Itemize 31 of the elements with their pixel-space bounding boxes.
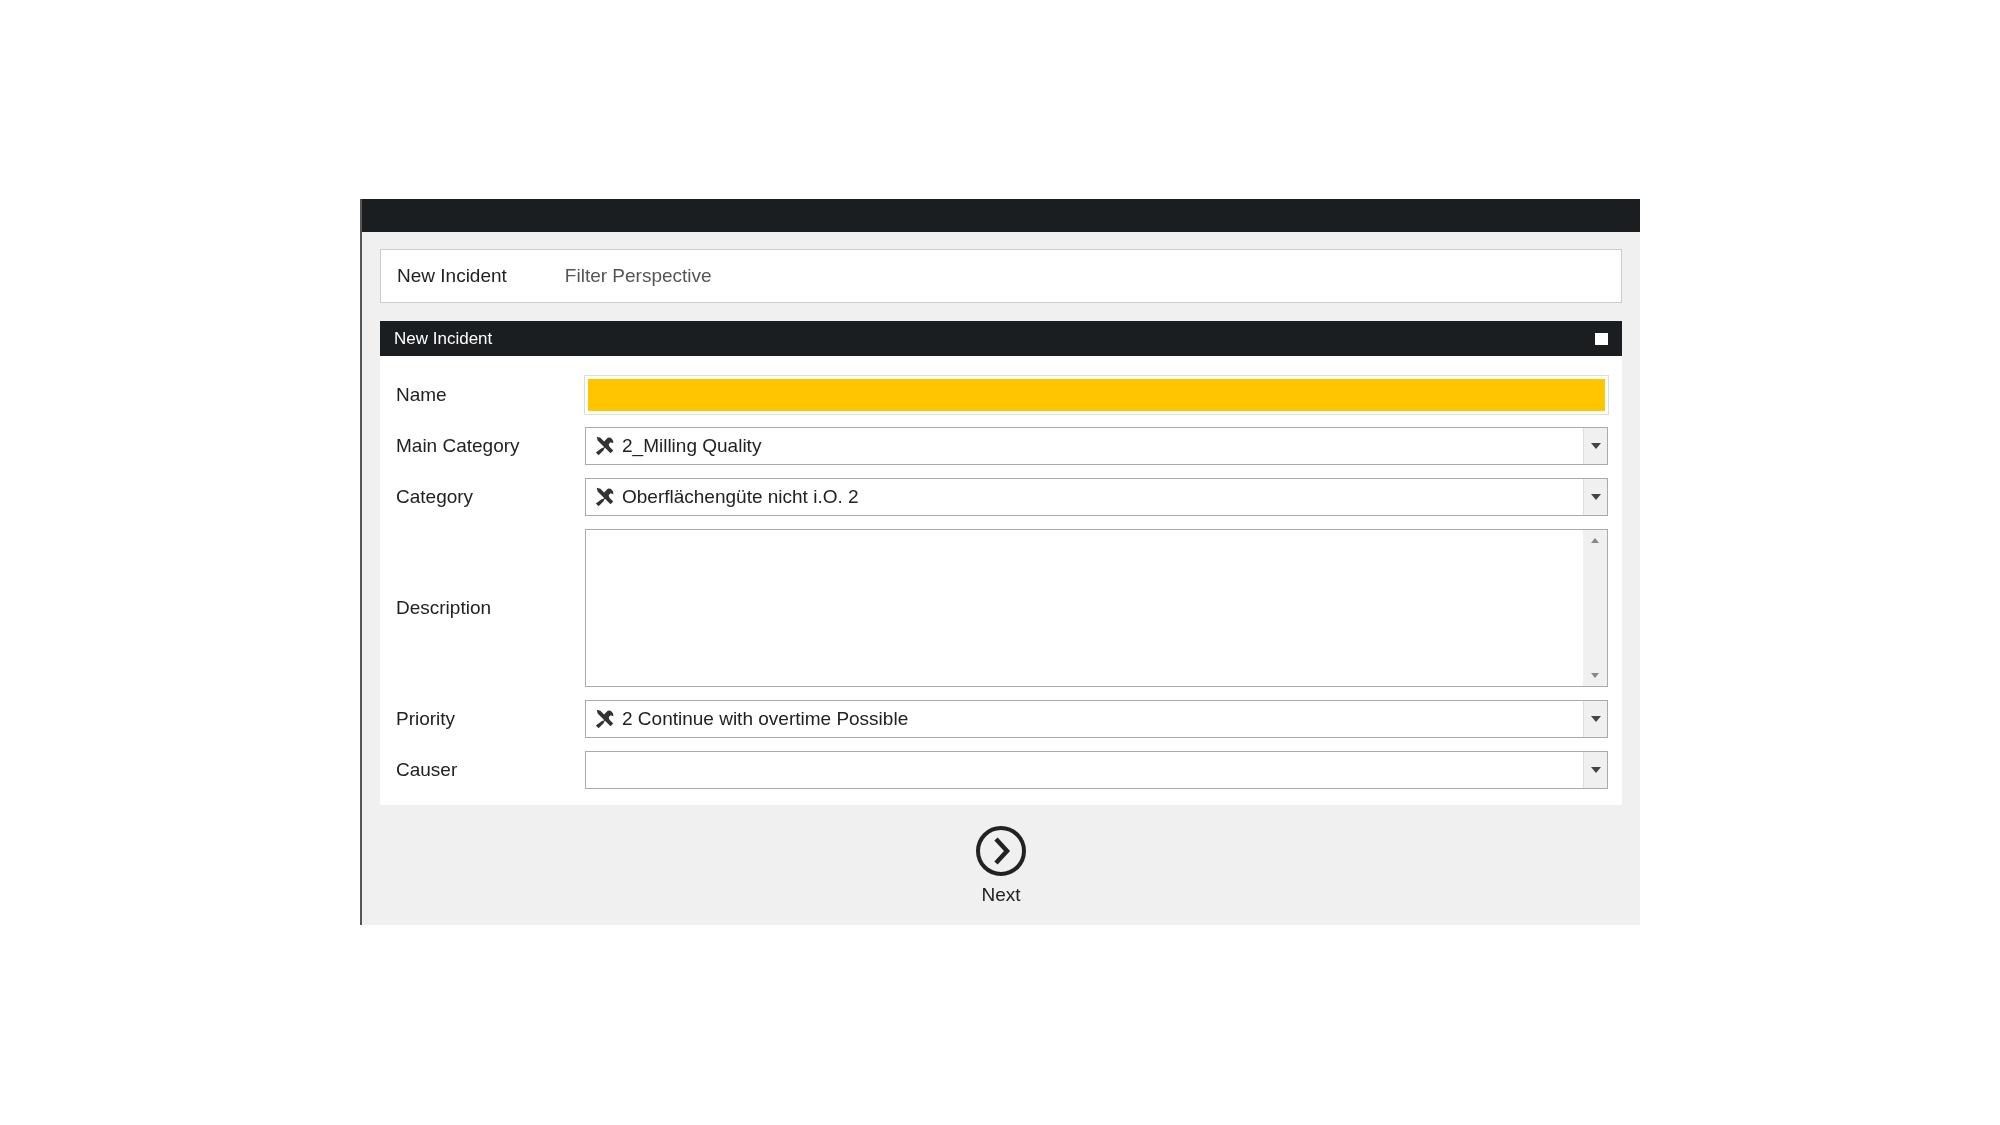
dropdown-value: 2 Continue with overtime Possible [622,706,909,731]
dropdown-toggle[interactable] [1583,479,1607,515]
field-label: Category [396,484,475,509]
maximize-icon[interactable] [1595,332,1608,345]
dropdown-toggle[interactable] [1583,701,1607,737]
dropdown-field[interactable]: Oberflächengüte nicht i.O. 2 [585,478,1608,516]
scrollbar[interactable] [1583,530,1607,686]
caret-icon [1590,494,1601,500]
toolbar-title: New Incident [397,263,507,288]
panel-title: New Incident [394,327,493,350]
field-label: Priority [396,706,457,731]
name-input-field[interactable] [585,376,1608,414]
field-label: Main Category [396,433,521,458]
dropdown-field[interactable] [585,751,1608,789]
dropdown-value: Oberflächengüte nicht i.O. 2 [622,484,859,509]
caret-icon [1590,767,1601,773]
filter-perspective-link[interactable]: Filter Perspective [564,261,712,291]
field-label: Description [396,595,493,620]
scroll-down-icon [1591,673,1599,678]
dropdown-field[interactable]: 2 Continue with overtime Possible [585,700,1608,738]
caret-icon [1590,716,1601,722]
dropdown-field[interactable]: 2_Milling Quality [585,427,1608,465]
scroll-up-icon [1591,538,1599,543]
chevron-circle-icon [975,825,1027,877]
field-label: Causer [396,757,459,782]
field-label: Name [396,382,448,407]
next-button[interactable]: Next [975,825,1027,910]
dropdown-toggle[interactable] [1583,428,1607,464]
dropdown-value: 2_Milling Quality [622,433,762,459]
caret-icon [1590,443,1601,449]
dropdown-toggle[interactable] [1583,752,1607,788]
